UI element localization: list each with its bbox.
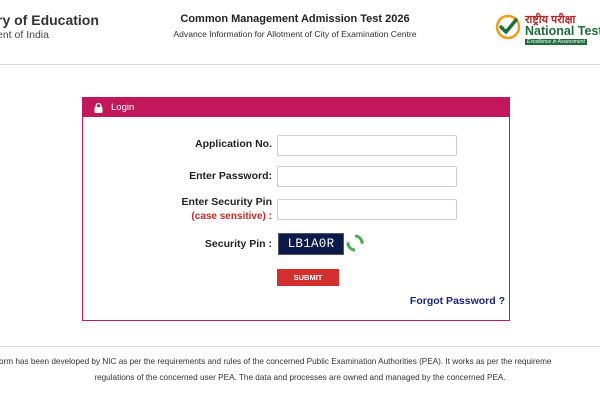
security-pin-label: Security Pin : bbox=[204, 238, 272, 250]
captcha-image: LB1A0R bbox=[278, 233, 344, 255]
refresh-icon[interactable] bbox=[345, 233, 365, 253]
nta-logo: राष्ट्रीय परीक्षा National Test Excellen… bbox=[495, 12, 600, 48]
submit-button[interactable]: SUBMIT bbox=[277, 269, 339, 286]
nta-logo-icon bbox=[495, 14, 521, 40]
footer-line-2: regulations of the concerned user PEA. T… bbox=[94, 373, 506, 382]
forgot-password-link[interactable]: Forgot Password ? bbox=[410, 295, 505, 307]
login-card-header: Login bbox=[83, 98, 509, 117]
ministry-subtitle: ent of India bbox=[0, 29, 49, 41]
lock-icon bbox=[94, 102, 103, 113]
nta-tagline: Excellence in Assessment bbox=[525, 39, 587, 45]
exam-heading: Common Management Admission Test 2026 Ad… bbox=[160, 13, 430, 39]
exam-title: Common Management Admission Test 2026 bbox=[180, 13, 410, 25]
exam-subtitle: Advance Information for Allotment of Cit… bbox=[173, 29, 417, 39]
security-pin-input[interactable] bbox=[277, 199, 457, 220]
password-label: Enter Password: bbox=[189, 170, 272, 182]
application-no-input[interactable] bbox=[277, 135, 457, 156]
ministry-title: ry of Education bbox=[0, 12, 99, 28]
case-sensitive-note: (case sensitive) : bbox=[191, 211, 272, 222]
footer-line-1: orm has been developed by NIC as per the… bbox=[0, 357, 552, 366]
security-pin-entry-text: Enter Security Pin bbox=[181, 196, 272, 208]
password-input[interactable] bbox=[277, 166, 457, 187]
page-footer: orm has been developed by NIC as per the… bbox=[0, 346, 600, 401]
login-card: Login Application No. Enter Password: En… bbox=[82, 97, 510, 321]
ministry-branding: ry of Education ent of India bbox=[0, 12, 99, 41]
login-title: Login bbox=[111, 102, 135, 113]
application-no-label: Application No. bbox=[195, 138, 272, 150]
page-header: ry of Education ent of India Common Mana… bbox=[0, 0, 600, 65]
security-pin-entry-label: Enter Security Pin (case sensitive) : bbox=[182, 196, 272, 223]
nta-english-name: National Test bbox=[525, 24, 600, 38]
